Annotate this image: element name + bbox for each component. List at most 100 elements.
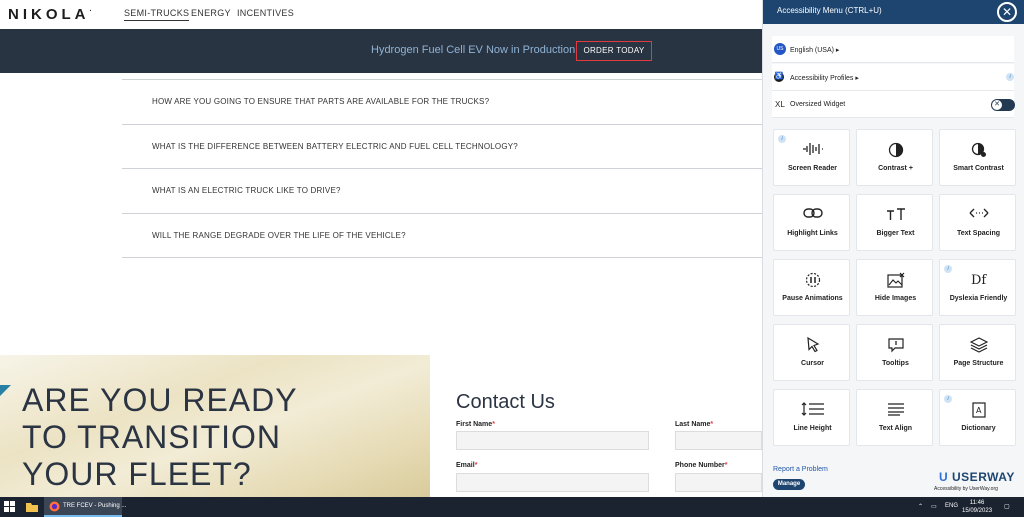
xl-icon: XL xyxy=(775,100,785,109)
network-icon[interactable]: ▭ xyxy=(931,503,937,510)
language-selector[interactable]: US English (USA) ▸ xyxy=(772,36,1014,63)
oversized-toggle[interactable]: ✕ xyxy=(991,99,1015,111)
taskbar-firefox-app[interactable]: TRE FCEV - Pushing ... xyxy=(44,497,126,517)
svg-text:A: A xyxy=(976,406,982,415)
tile-tooltips[interactable]: Tooltips xyxy=(856,324,933,381)
nav-incentives[interactable]: INCENTIVES xyxy=(237,8,294,18)
accessibility-title: Accessibility Menu (CTRL+U) xyxy=(777,6,882,15)
cursor-icon xyxy=(774,337,851,355)
faq-question: WILL THE RANGE DEGRADE OVER THE LIFE OF … xyxy=(152,231,406,240)
phone-label: Phone Number* xyxy=(675,462,728,469)
accessibility-profiles[interactable]: ♿ Accessibility Profiles ▸ i xyxy=(772,64,1014,91)
faq-item[interactable]: WHAT IS AN ELECTRIC TRUCK LIKE TO DRIVE? xyxy=(122,168,772,212)
tile-bigger-text[interactable]: Bigger Text xyxy=(856,194,933,251)
email-label: Email* xyxy=(456,462,478,469)
tile-label: Bigger Text xyxy=(876,230,915,237)
smart-contrast-icon xyxy=(940,142,1017,160)
tile-highlight-links[interactable]: Highlight Links xyxy=(773,194,850,251)
userway-tagline: Accessibility by UserWay.org xyxy=(934,486,998,492)
manage-button[interactable]: Manage xyxy=(773,479,805,490)
svg-text:Df: Df xyxy=(971,273,987,286)
nav-semi-trucks[interactable]: SEMI-TRUCKS xyxy=(124,8,190,21)
clock-date: 15/09/2023 xyxy=(962,508,993,514)
hero-corner-accent xyxy=(0,385,11,396)
userway-logo[interactable]: U USERWAY xyxy=(939,470,1015,484)
system-clock[interactable]: 11:46 15/09/2023 xyxy=(962,499,992,515)
language-indicator[interactable]: ENG xyxy=(945,503,958,509)
announcement-text: Hydrogen Fuel Cell EV Now in Production xyxy=(371,44,576,56)
notification-icon[interactable]: ▢ xyxy=(1004,503,1010,510)
tile-label: Hide Images xyxy=(874,295,917,302)
accessibility-person-icon: ♿ xyxy=(774,72,784,82)
faq-question: WHAT IS AN ELECTRIC TRUCK LIKE TO DRIVE? xyxy=(152,186,341,195)
tile-label: Dictionary xyxy=(961,425,996,432)
tile-label: Text Spacing xyxy=(956,230,1001,237)
faq-item[interactable]: HOW ARE YOU GOING TO ENSURE THAT PARTS A… xyxy=(122,79,772,123)
language-label: English (USA) ▸ xyxy=(790,47,840,54)
tile-smart-contrast[interactable]: Smart Contrast xyxy=(939,129,1016,186)
oversized-label: Oversized Widget xyxy=(790,101,846,108)
contact-title: Contact Us xyxy=(456,391,555,413)
tile-dictionary[interactable]: i A Dictionary xyxy=(939,389,1016,446)
tile-screen-reader[interactable]: i Screen Reader xyxy=(773,129,850,186)
phone-field[interactable] xyxy=(675,473,762,492)
windows-start-icon[interactable] xyxy=(4,501,16,513)
order-today-button[interactable]: ORDER TODAY xyxy=(576,41,652,61)
last-name-label: Last Name* xyxy=(675,421,714,428)
tile-contrast[interactable]: Contrast + xyxy=(856,129,933,186)
tile-label: Highlight Links xyxy=(787,230,838,237)
tile-line-height[interactable]: Line Height xyxy=(773,389,850,446)
hero-heading-line: TO TRANSITION xyxy=(22,419,281,455)
tile-pause-animations[interactable]: Pause Animations xyxy=(773,259,850,316)
last-name-field[interactable] xyxy=(675,431,762,450)
pause-icon xyxy=(774,272,851,290)
faq-item[interactable]: WHAT IS THE DIFFERENCE BETWEEN BATTERY E… xyxy=(122,124,772,168)
dyslexia-icon: Df xyxy=(940,272,1017,290)
text-size-icon xyxy=(857,207,934,225)
toggle-off-icon: ✕ xyxy=(992,100,1002,110)
windows-taskbar: TRE FCEV - Pushing ... ⌃ ▭ ENG 11:46 15/… xyxy=(0,497,1024,517)
faq-divider xyxy=(122,257,772,258)
text-spacing-icon xyxy=(940,207,1017,225)
us-flag-icon: US xyxy=(774,43,786,55)
faq-question: HOW ARE YOU GOING TO ENSURE THAT PARTS A… xyxy=(152,97,490,106)
tile-label: Contrast + xyxy=(878,165,913,172)
close-icon[interactable]: ✕ xyxy=(997,2,1017,22)
first-name-label: First Name* xyxy=(456,421,495,428)
tile-hide-images[interactable]: Hide Images xyxy=(856,259,933,316)
info-icon[interactable]: i xyxy=(1006,73,1014,81)
accessibility-header: Accessibility Menu (CTRL+U) ✕ xyxy=(763,0,1024,24)
align-icon xyxy=(857,402,934,420)
tile-dyslexia-friendly[interactable]: i Df Dyslexia Friendly xyxy=(939,259,1016,316)
file-explorer-icon[interactable] xyxy=(25,500,39,514)
waveform-icon xyxy=(774,142,851,160)
tile-label: Pause Animations xyxy=(782,295,843,302)
report-problem-link[interactable]: Report a Problem xyxy=(773,466,828,473)
hero-heading-line: YOUR FLEET? xyxy=(22,456,252,492)
layers-icon xyxy=(940,337,1017,355)
oversized-widget-row: XL Oversized Widget ✕ xyxy=(772,91,1015,118)
faq-question: WHAT IS THE DIFFERENCE BETWEEN BATTERY E… xyxy=(152,142,518,151)
faq-item[interactable]: WILL THE RANGE DEGRADE OVER THE LIFE OF … xyxy=(122,213,772,257)
tile-page-structure[interactable]: Page Structure xyxy=(939,324,1016,381)
tile-label: Text Align xyxy=(878,425,913,432)
tile-cursor[interactable]: Cursor xyxy=(773,324,850,381)
clock-time: 11:46 xyxy=(969,500,985,506)
tray-chevron-icon[interactable]: ⌃ xyxy=(918,503,923,510)
tooltip-icon xyxy=(857,337,934,355)
tile-text-spacing[interactable]: Text Spacing xyxy=(939,194,1016,251)
line-height-icon xyxy=(774,402,851,420)
taskbar-app-title: TRE FCEV - Pushing ... xyxy=(63,503,127,509)
dictionary-icon: A xyxy=(940,402,1017,420)
profiles-label: Accessibility Profiles ▸ xyxy=(790,75,859,82)
first-name-field[interactable] xyxy=(456,431,649,450)
tile-label: Dyslexia Friendly xyxy=(949,295,1008,302)
email-field[interactable] xyxy=(456,473,649,492)
tile-text-align[interactable]: Text Align xyxy=(856,389,933,446)
tile-label: Screen Reader xyxy=(787,165,838,172)
accessibility-panel: Accessibility Menu (CTRL+U) ✕ US English… xyxy=(762,0,1024,497)
tile-label: Page Structure xyxy=(953,360,1004,367)
nikola-logo[interactable]: NIKOLA. xyxy=(8,6,91,23)
tile-label: Smart Contrast xyxy=(953,165,1004,172)
nav-energy[interactable]: ENERGY xyxy=(191,8,231,18)
